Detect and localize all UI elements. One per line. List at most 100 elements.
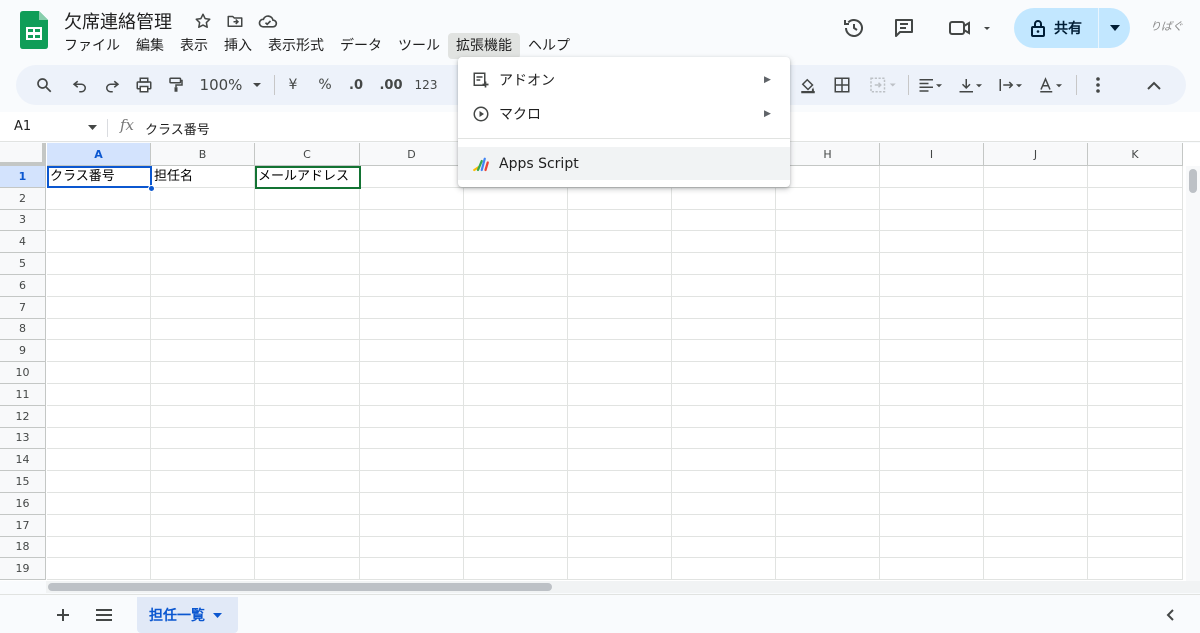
cell-f16[interactable]	[568, 493, 672, 515]
cell-g13[interactable]	[672, 427, 776, 450]
cell-h10[interactable]	[776, 362, 880, 384]
column-header-b[interactable]: B	[151, 143, 255, 166]
row-header-15[interactable]: 15	[0, 471, 46, 493]
cell-g11[interactable]	[672, 384, 776, 406]
cell-g12[interactable]	[672, 405, 776, 428]
cell-a3[interactable]	[47, 209, 151, 232]
cell-h13[interactable]	[776, 427, 880, 450]
cell-j7[interactable]	[984, 296, 1088, 319]
cell-g18[interactable]	[672, 536, 776, 559]
cell-f10[interactable]	[568, 362, 672, 384]
cell-g8[interactable]	[672, 318, 776, 341]
row-header-9[interactable]: 9	[0, 340, 46, 363]
row-header-2[interactable]: 2	[0, 187, 46, 210]
cloud-saved-icon[interactable]	[257, 10, 279, 32]
cell-k2[interactable]	[1088, 187, 1183, 210]
cell-b7[interactable]	[151, 296, 255, 319]
cell-k17[interactable]	[1088, 514, 1183, 537]
cell-d5[interactable]	[360, 253, 464, 275]
cell-i11[interactable]	[880, 384, 984, 406]
cell-a1[interactable]: クラス番号	[47, 166, 151, 188]
cell-d4[interactable]	[360, 231, 464, 254]
cell-h16[interactable]	[776, 493, 880, 515]
menu-tools[interactable]: ツール	[390, 33, 448, 59]
cell-a5[interactable]	[47, 253, 151, 275]
cell-a6[interactable]	[47, 275, 151, 297]
cell-e17[interactable]	[464, 514, 568, 537]
column-header-d[interactable]: D	[360, 143, 464, 166]
horizontal-align-icon[interactable]	[912, 65, 948, 105]
cell-j17[interactable]	[984, 514, 1088, 537]
cell-a11[interactable]	[47, 384, 151, 406]
cell-j12[interactable]	[984, 405, 1088, 428]
decrease-decimal-button[interactable]: .0	[342, 65, 370, 105]
horizontal-scroll-thumb[interactable]	[48, 583, 552, 591]
row-header-1[interactable]: 1	[0, 166, 46, 188]
column-header-h[interactable]: H	[776, 143, 880, 166]
cell-k3[interactable]	[1088, 209, 1183, 232]
cell-c12[interactable]	[255, 405, 360, 428]
cell-e3[interactable]	[464, 209, 568, 232]
cell-k18[interactable]	[1088, 536, 1183, 559]
spreadsheet-grid[interactable]: ABCDEFGHIJK1クラス番号担任名メールアドレス2345678910111…	[0, 143, 1200, 581]
row-header-3[interactable]: 3	[0, 209, 46, 232]
cell-g2[interactable]	[672, 187, 776, 210]
cell-g15[interactable]	[672, 471, 776, 493]
cell-c6[interactable]	[255, 275, 360, 297]
cell-k1[interactable]	[1088, 166, 1183, 188]
row-header-12[interactable]: 12	[0, 405, 46, 428]
horizontal-scrollbar[interactable]	[46, 581, 1200, 593]
cell-i12[interactable]	[880, 405, 984, 428]
cell-k16[interactable]	[1088, 493, 1183, 515]
cell-j9[interactable]	[984, 340, 1088, 363]
cell-b11[interactable]	[151, 384, 255, 406]
cell-e9[interactable]	[464, 340, 568, 363]
cell-i14[interactable]	[880, 449, 984, 472]
cell-i4[interactable]	[880, 231, 984, 254]
cell-e10[interactable]	[464, 362, 568, 384]
cell-c11[interactable]	[255, 384, 360, 406]
cell-d12[interactable]	[360, 405, 464, 428]
comments-icon[interactable]	[888, 12, 920, 44]
cell-c9[interactable]	[255, 340, 360, 363]
cell-g16[interactable]	[672, 493, 776, 515]
cell-c3[interactable]	[255, 209, 360, 232]
percent-format-button[interactable]: %	[312, 65, 338, 105]
row-header-14[interactable]: 14	[0, 449, 46, 472]
menu-file[interactable]: ファイル	[56, 33, 128, 59]
cell-k5[interactable]	[1088, 253, 1183, 275]
cell-g5[interactable]	[672, 253, 776, 275]
cell-g6[interactable]	[672, 275, 776, 297]
cell-a13[interactable]	[47, 427, 151, 450]
cell-i8[interactable]	[880, 318, 984, 341]
cell-b6[interactable]	[151, 275, 255, 297]
menu-data[interactable]: データ	[332, 33, 390, 59]
row-header-19[interactable]: 19	[0, 558, 46, 581]
column-header-a[interactable]: A	[47, 143, 151, 166]
row-header-18[interactable]: 18	[0, 536, 46, 559]
cell-j5[interactable]	[984, 253, 1088, 275]
cell-j14[interactable]	[984, 449, 1088, 472]
cell-c5[interactable]	[255, 253, 360, 275]
cell-c15[interactable]	[255, 471, 360, 493]
row-header-7[interactable]: 7	[0, 296, 46, 319]
cell-h14[interactable]	[776, 449, 880, 472]
row-header-13[interactable]: 13	[0, 427, 46, 450]
number-format-button[interactable]: 123	[410, 65, 442, 105]
cell-d10[interactable]	[360, 362, 464, 384]
cell-k10[interactable]	[1088, 362, 1183, 384]
cell-g7[interactable]	[672, 296, 776, 319]
cell-f3[interactable]	[568, 209, 672, 232]
cell-i2[interactable]	[880, 187, 984, 210]
row-header-5[interactable]: 5	[0, 253, 46, 275]
share-dropdown-icon[interactable]	[1099, 25, 1130, 31]
menu-item-macros[interactable]: マクロ ▶	[458, 97, 790, 130]
cell-f15[interactable]	[568, 471, 672, 493]
cell-b14[interactable]	[151, 449, 255, 472]
cell-c18[interactable]	[255, 536, 360, 559]
cell-a10[interactable]	[47, 362, 151, 384]
cell-b17[interactable]	[151, 514, 255, 537]
currency-format-button[interactable]: ¥	[280, 65, 306, 105]
cell-e4[interactable]	[464, 231, 568, 254]
cell-i9[interactable]	[880, 340, 984, 363]
